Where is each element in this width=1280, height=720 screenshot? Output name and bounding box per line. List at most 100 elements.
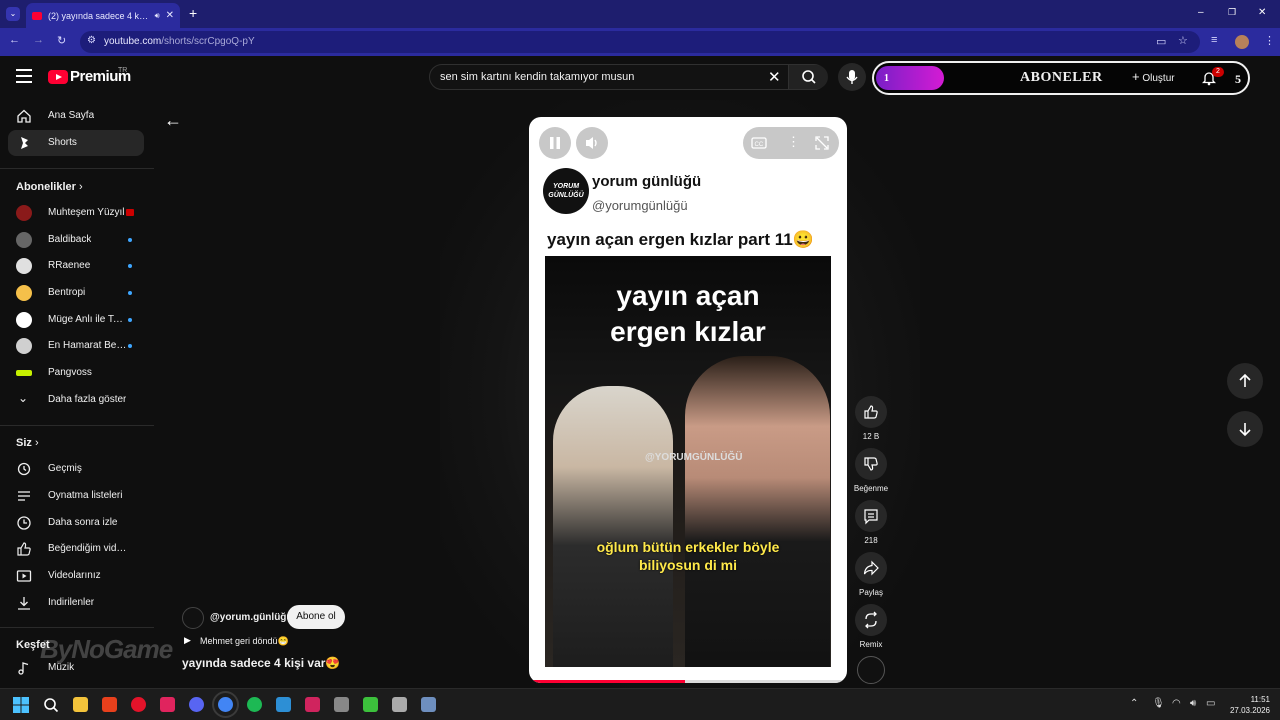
sidebar-item-channel[interactable]: RRaenee bbox=[8, 253, 144, 279]
speaker-icon[interactable]: 🔊︎ bbox=[155, 11, 160, 21]
show-more-button[interactable]: ⌄ Daha fazla göster bbox=[8, 387, 144, 413]
search-box[interactable]: sen sim kartını kendin takamıyor musun ✕ bbox=[429, 64, 828, 90]
app-badge-icon[interactable] bbox=[160, 697, 175, 712]
battery-icon[interactable]: ▭ bbox=[1206, 698, 1215, 709]
sidebar-item-channel[interactable]: Pangvoss bbox=[8, 360, 144, 386]
more-options-icon[interactable]: ⋮ bbox=[787, 134, 800, 150]
like-button[interactable] bbox=[855, 396, 887, 428]
liked-videos-icon bbox=[17, 542, 31, 556]
watch-later-icon bbox=[17, 516, 31, 530]
sidebar-item-channel[interactable]: Bentropi bbox=[8, 280, 144, 306]
app-back-icon[interactable] bbox=[392, 697, 407, 712]
app-gray-icon[interactable] bbox=[334, 697, 349, 712]
sidebar-item-channel[interactable]: Baldiback bbox=[8, 227, 144, 253]
taskbar-search-icon[interactable] bbox=[43, 697, 59, 713]
profile-avatar[interactable] bbox=[1235, 35, 1249, 49]
create-label: Oluştur bbox=[1142, 73, 1175, 84]
volume-tray-icon[interactable]: 🔊︎ bbox=[1190, 698, 1196, 709]
sidebar-item-history[interactable]: Geçmiş bbox=[8, 456, 144, 482]
subscribe-button[interactable]: Abone ol bbox=[287, 605, 345, 629]
back-icon[interactable]: ← bbox=[9, 34, 20, 46]
subscriptions-heading[interactable]: Abonelikler › bbox=[16, 181, 83, 193]
shorts-icon bbox=[21, 137, 28, 149]
song-title[interactable]: Mehmet geri döndü😁 bbox=[200, 636, 289, 647]
forward-icon[interactable]: → bbox=[33, 34, 44, 46]
chrome-icon[interactable] bbox=[212, 691, 239, 718]
sidebar-item-channel[interactable]: Muhteşem Yüzyıl bbox=[8, 200, 144, 226]
sidebar-item-channel[interactable]: Müge Anlı ile Tatlı Sert bbox=[8, 307, 144, 333]
menu-hamburger-icon[interactable] bbox=[16, 69, 32, 83]
dislike-button[interactable] bbox=[855, 448, 887, 480]
channel-name: Pangvoss bbox=[48, 367, 92, 378]
settings-icon[interactable] bbox=[421, 697, 436, 712]
sidebar-item-your-videos[interactable]: Videolarınız bbox=[8, 563, 144, 589]
search-input[interactable]: sen sim kartını kendin takamıyor musun bbox=[440, 71, 634, 83]
video-title-overlay: yayın açan ergen kızlar bbox=[610, 280, 766, 347]
tray-overflow-icon[interactable]: ⌃ bbox=[1130, 698, 1138, 709]
sidebar-item-channel[interactable]: En Hamarat Benim bbox=[8, 333, 144, 359]
discord-icon[interactable] bbox=[189, 697, 204, 712]
tab-close-icon[interactable]: ✕ bbox=[166, 10, 174, 21]
share-button[interactable] bbox=[855, 552, 887, 584]
voice-search-button[interactable] bbox=[838, 63, 866, 91]
channel-handle[interactable]: @yorum.günlüğü bbox=[210, 612, 293, 623]
opera-icon[interactable] bbox=[131, 697, 146, 712]
search-icon bbox=[802, 70, 816, 84]
channel-name: Müge Anlı ile Tatlı Sert bbox=[48, 314, 128, 325]
photos-icon[interactable] bbox=[276, 697, 291, 712]
taskbar-clock[interactable]: 11:51 27.03.2026 bbox=[1226, 694, 1270, 716]
sidebar-item-downloads[interactable]: İndirilenler bbox=[8, 590, 144, 616]
comments-button[interactable] bbox=[855, 500, 887, 532]
clear-search-icon[interactable]: ✕ bbox=[768, 68, 781, 86]
app-pink-icon[interactable] bbox=[305, 697, 320, 712]
music-play-icon[interactable]: ▶ bbox=[184, 635, 191, 646]
new-tab-button[interactable]: + bbox=[189, 5, 197, 21]
tab-active[interactable]: (2) yayında sadece 4 kişi va 🔊︎ ✕ bbox=[26, 3, 180, 28]
volume-button[interactable] bbox=[576, 127, 608, 159]
app-red-icon[interactable] bbox=[102, 697, 117, 712]
next-short-button[interactable] bbox=[1227, 411, 1263, 447]
remix-icon bbox=[865, 611, 877, 629]
channel-name: RRaenee bbox=[48, 260, 91, 271]
close-window-button[interactable]: ✕ bbox=[1258, 7, 1266, 18]
you-heading[interactable]: Siz › bbox=[16, 437, 39, 449]
short-title: yayında sadece 4 kişi var😍 bbox=[182, 656, 341, 670]
sidebar-item-shorts[interactable]: Shorts bbox=[8, 130, 144, 156]
reload-icon[interactable]: ↻ bbox=[57, 34, 66, 47]
address-bar[interactable]: ⚙ youtube.com/shorts/scrCpgoQ-pY ▭ ☆ bbox=[80, 31, 1200, 53]
back-arrow-icon[interactable]: ← bbox=[164, 110, 182, 131]
sidebar-item-liked-videos[interactable]: Beğendiğim videolar bbox=[8, 536, 144, 562]
channel-avatar[interactable] bbox=[182, 607, 204, 629]
file-explorer-icon[interactable] bbox=[73, 697, 88, 712]
shorts-player[interactable]: CC ⋮ YORUM GÜNLÜĞÜ yorum günlüğü @yorumg… bbox=[529, 117, 847, 683]
cast-icon[interactable]: ▭ bbox=[1156, 35, 1166, 48]
pause-button[interactable] bbox=[539, 127, 571, 159]
fullscreen-icon[interactable] bbox=[815, 136, 829, 150]
media-control-icon[interactable]: ≡ bbox=[1211, 34, 1217, 46]
tray-mic-icon[interactable]: 🎙︎ bbox=[1152, 698, 1165, 709]
spotify-icon[interactable] bbox=[247, 697, 262, 712]
wifi-icon[interactable]: ◠ bbox=[1172, 698, 1181, 709]
video-watermark: @YORUMGÜNLÜĞÜ bbox=[645, 452, 743, 463]
share-label: Paylaş bbox=[858, 588, 883, 597]
site-info-icon[interactable]: ⚙ bbox=[87, 35, 96, 46]
search-button[interactable] bbox=[788, 65, 828, 89]
bookmark-star-icon[interactable]: ☆ bbox=[1178, 34, 1188, 47]
menu-icon[interactable]: ⋮ bbox=[1264, 34, 1275, 47]
windows-start-icon[interactable] bbox=[13, 697, 29, 713]
microphone-icon bbox=[846, 70, 858, 84]
sidebar-item-playlists[interactable]: Oynatma listeleri bbox=[8, 483, 144, 509]
captions-icon[interactable]: CC bbox=[751, 136, 767, 150]
tab-search-icon[interactable]: ⌄ bbox=[6, 7, 20, 21]
previous-short-button[interactable] bbox=[1227, 363, 1263, 399]
youtube-logo-icon[interactable] bbox=[48, 70, 68, 84]
sidebar-item-watch-later[interactable]: Daha sonra izle bbox=[8, 510, 144, 536]
progress-bar[interactable] bbox=[529, 680, 847, 683]
maximize-button[interactable]: ❐ bbox=[1228, 7, 1236, 18]
app-green-icon[interactable] bbox=[363, 697, 378, 712]
sound-source-avatar[interactable] bbox=[857, 656, 885, 684]
sidebar-item-home[interactable]: Ana Sayfa bbox=[8, 103, 144, 129]
minimize-button[interactable]: – bbox=[1198, 7, 1204, 18]
remix-button[interactable] bbox=[855, 604, 887, 636]
create-button[interactable]: + Oluştur bbox=[1132, 69, 1175, 84]
